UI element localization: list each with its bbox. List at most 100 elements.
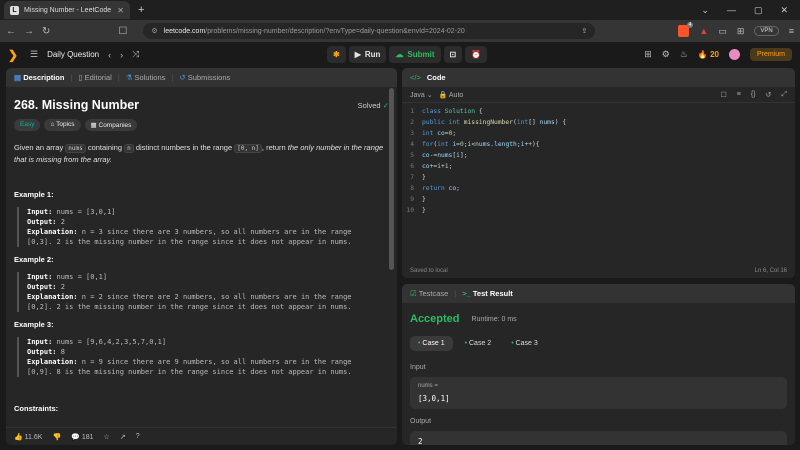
new-tab-icon[interactable]: + [138,4,144,16]
problem-statement: Given an array nums containing n distinc… [14,142,389,165]
example-title: Example 1: [14,190,54,199]
case-tab-2[interactable]: • Case 2 [457,336,500,351]
tab-solutions-label: Solutions [134,73,166,82]
menu-icon[interactable]: ≡ [789,26,794,36]
code-icon: </> [410,73,421,82]
submit-button[interactable]: ☁ Submit [389,46,441,63]
share-icon[interactable]: ⇪ [581,27,587,35]
alarm-icon: ⏰ [471,50,482,59]
tab-title: Missing Number - LeetCode [24,6,112,14]
leetcode-favicon-icon: L [10,5,19,15]
case-tab-3[interactable]: • Case 3 [503,336,546,351]
layout-icon[interactable]: ⊞ [644,49,652,60]
case-tab-1[interactable]: • Case 1 [410,336,453,351]
forward-icon[interactable]: → [24,26,34,37]
like-button[interactable]: 👍 11.6K [14,433,42,441]
notification-icon[interactable]: ♨ [680,49,688,60]
reload-icon[interactable]: ↻ [42,26,50,37]
close-tab-icon[interactable]: ✕ [117,6,124,15]
notes-button[interactable]: ⊡ [443,46,463,63]
favorite-star-icon[interactable]: ☆ [104,433,110,441]
example-title: Example 2: [14,255,54,264]
bookmark-code-icon[interactable]: ☐ [720,91,726,99]
example-explanation: n = 9 since there are 9 numbers, so all … [81,358,352,366]
explanation-label: Explanation: [27,228,78,236]
line-number: 5 [410,152,414,159]
output-section-label: Output [410,418,432,425]
comments-button[interactable]: 💬 181 [71,433,93,441]
solutions-icon: ⚗ [125,73,133,82]
shuffle-icon[interactable]: ⤨ [132,49,139,60]
tag-icon: ⌂ [50,121,55,128]
run-button[interactable]: ▶ Run [348,46,387,63]
tab-description[interactable]: ▤ Description [14,73,64,82]
site-info-icon[interactable]: ⚙ [151,27,157,35]
maximize-icon[interactable]: ▢ [754,5,763,16]
share-link-icon[interactable]: ↗ [120,433,126,441]
timer-button[interactable]: ⏰ [465,46,488,63]
avatar[interactable] [728,49,740,60]
comment-count: 181 [81,433,94,441]
help-icon[interactable]: ? [136,433,140,440]
cursor-position: Ln 6, Col 16 [754,268,787,274]
input-box: nums = [3,0,1] [410,377,787,409]
pass-dot-icon: • [418,340,421,347]
prev-problem-icon[interactable]: ‹ [108,50,111,60]
rewards-icon[interactable]: ▲ [699,26,708,36]
back-icon[interactable]: ← [6,26,16,37]
pass-dot-icon: • [511,340,514,347]
url-bar[interactable]: ⚙ leetcode.com/problems/missing-number/d… [143,23,596,39]
daily-question-link[interactable]: Daily Question [47,50,99,59]
status-badge: Accepted [410,313,460,325]
sidebar-icon[interactable]: ▭ [718,26,727,37]
code-editor[interactable]: 1 class Solution { 2 public int missingNu… [402,103,795,216]
tab-submissions[interactable]: ↺ Submissions [179,73,230,82]
streak-counter[interactable]: 🔥 20 [698,50,719,59]
tab-editorial[interactable]: ▯ Editorial [78,73,111,82]
next-problem-icon[interactable]: › [120,50,123,60]
settings-icon[interactable]: ⚙ [662,49,670,60]
brave-shields-icon[interactable]: 4 [678,22,694,37]
tab-editorial-label: Editorial [84,73,112,82]
braces-icon[interactable]: {} [751,91,756,99]
problem-list-icon[interactable]: ☰ [30,49,38,60]
minimize-icon[interactable]: — [727,5,736,16]
dislike-button[interactable]: 👎 [52,433,61,441]
tab-test-result[interactable]: >_ Test Result [462,289,513,298]
description-tabs: ▤ Description | ▯ Editorial | ⚗ Solution… [6,68,397,87]
topics-pill[interactable]: ⌂ Topics [44,119,81,131]
auto-toggle[interactable]: 🔒 Auto [439,91,464,99]
output-label: Output: [27,218,57,226]
like-count: 11.6K [24,433,43,441]
fullscreen-icon[interactable]: ⤢ [781,91,787,99]
auto-label: Auto [448,91,464,99]
companies-pill[interactable]: ▦ Companies [84,119,138,131]
statement-text: containing [85,143,125,152]
code-panel-title: Code [426,73,446,82]
example-title: Example 3: [14,320,54,329]
line-number: 7 [410,174,414,181]
browser-tab[interactable]: L Missing Number - LeetCode ✕ [4,1,130,19]
language-select[interactable]: Java ⌄ [410,91,433,99]
bug-icon: ✱ [333,50,340,59]
difficulty-badge[interactable]: Easy [14,119,41,131]
example-explanation: n = 3 since there are 3 numbers, so all … [81,228,352,236]
code-panel-header: </> Code [402,68,795,87]
format-icon[interactable]: ≡ [737,91,741,99]
description-scrollbar[interactable] [389,88,394,270]
address-toolbar: ← → ↻ ☐ ⚙ leetcode.com/problems/missing-… [0,20,800,42]
explanation-label: Explanation: [27,293,78,301]
premium-button[interactable]: Premium [749,48,792,61]
tab-search-icon[interactable]: ⌄ [701,5,709,16]
reset-icon[interactable]: ↺ [766,91,772,99]
leetcode-logo-icon[interactable]: ❯ [8,48,22,62]
tab-solutions[interactable]: ⚗ Solutions [126,73,166,82]
bookmark-icon[interactable]: ☐ [118,26,127,37]
vpn-button[interactable]: VPN [754,26,779,36]
solved-status: Solved ✓ [358,101,389,110]
tab-testcase[interactable]: ☑ Testcase [410,289,448,298]
extensions-icon[interactable]: ⊞ [737,26,745,37]
output-label: Output: [27,348,57,356]
debug-button[interactable]: ✱ [327,46,346,63]
close-window-icon[interactable]: ✕ [780,5,788,16]
